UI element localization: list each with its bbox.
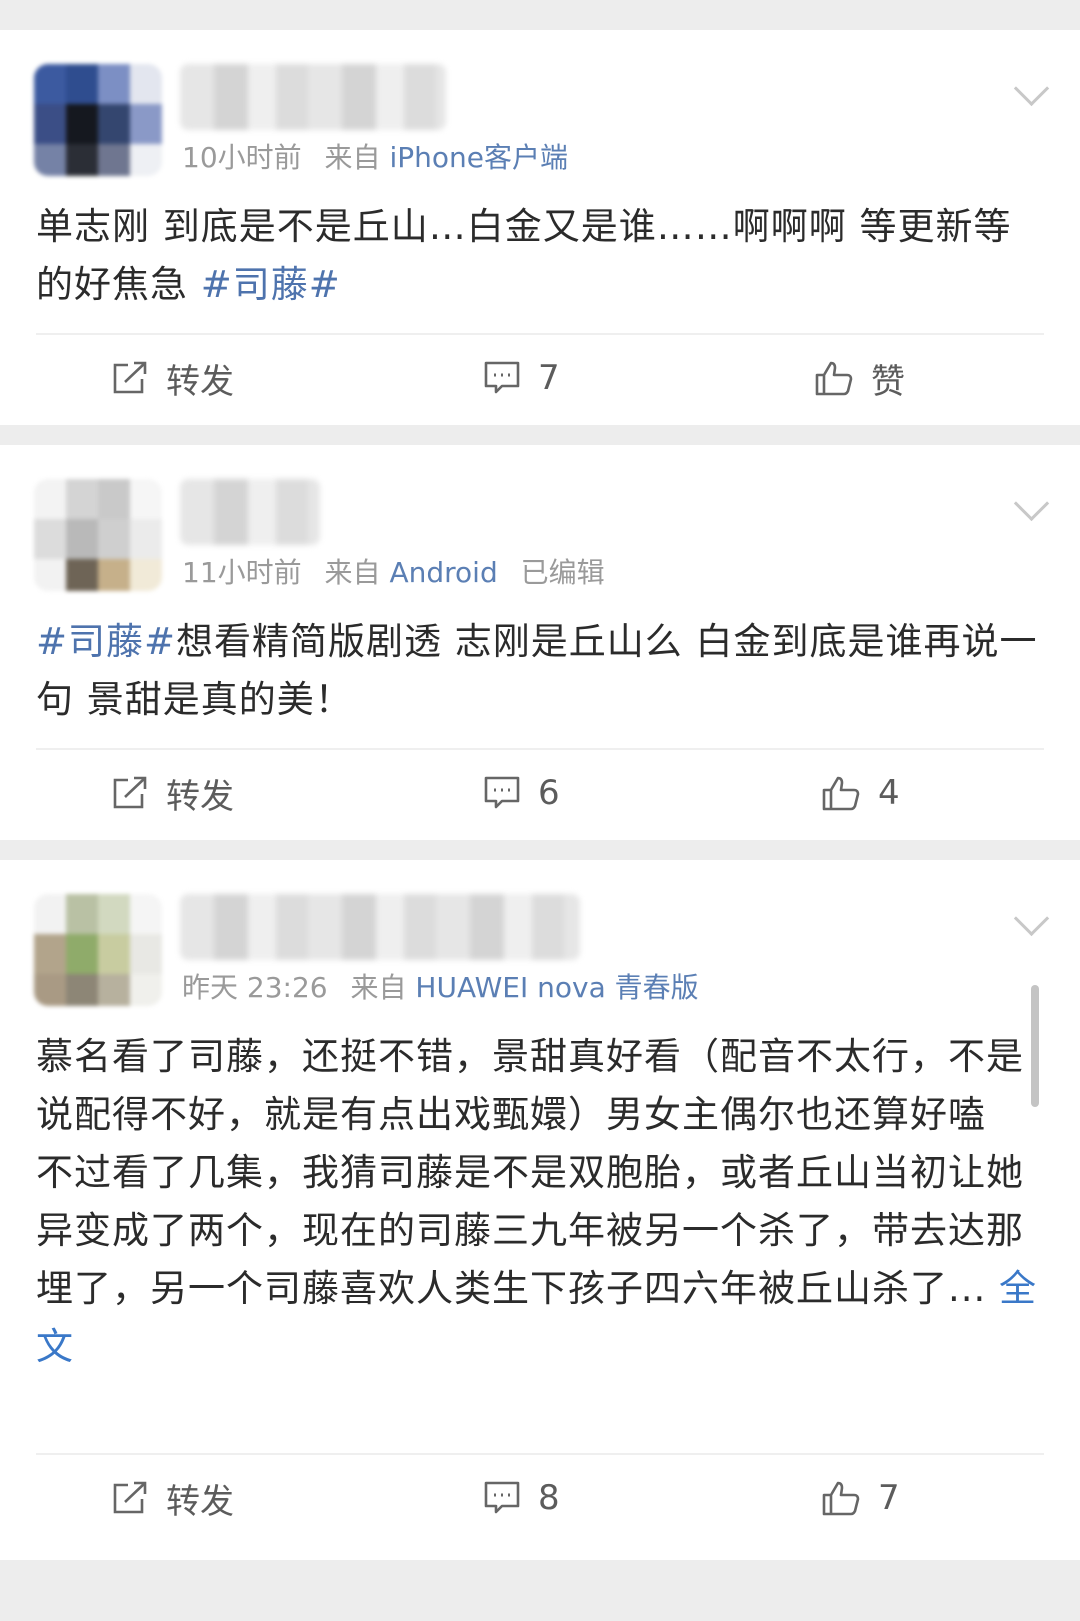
comment-button[interactable]: 7 <box>484 343 560 413</box>
comment-icon <box>484 1481 520 1514</box>
like-button[interactable]: 7 <box>822 1463 900 1533</box>
thumbs-up-icon <box>822 1481 860 1516</box>
like-button[interactable]: 赞 <box>815 343 905 413</box>
post-card: 11小时前 来自 Android 已编辑 #司藤#想看精简版剧透 志刚是丘山么 … <box>0 445 1080 840</box>
comment-count: 7 <box>538 358 560 398</box>
post-card: 昨天 23:26 来自 HUAWEI nova 青春版 慕名看了司藤，还挺不错，… <box>0 860 1080 1560</box>
repost-button[interactable]: 转发 <box>112 1463 234 1533</box>
repost-button[interactable]: 转发 <box>112 758 234 828</box>
username[interactable] <box>180 64 446 130</box>
post-text: 慕名看了司藤，还挺不错，景甜真好看（配音不太行，不是说配得不好，就是有点出戏甄嬛… <box>36 1028 1046 1376</box>
chevron-down-icon[interactable] <box>1013 900 1050 937</box>
post-body: 单志刚 到底是不是丘山…白金又是谁……啊啊啊 等更新等的好焦急 <box>36 205 1012 306</box>
like-label: 赞 <box>871 361 905 402</box>
comment-count: 6 <box>538 773 560 813</box>
post-text: 单志刚 到底是不是丘山…白金又是谁……啊啊啊 等更新等的好焦急 #司藤# <box>36 198 1046 314</box>
comment-count: 8 <box>538 1478 560 1518</box>
hashtag-link[interactable]: #司藤# <box>36 620 176 663</box>
repost-label: 转发 <box>166 1481 234 1522</box>
post-source[interactable]: iPhone客户端 <box>389 141 568 174</box>
hashtag-link[interactable]: #司藤# <box>201 263 341 306</box>
post-meta: 11小时前 来自 Android 已编辑 <box>182 551 605 591</box>
repost-button[interactable]: 转发 <box>112 343 234 413</box>
post-card: 10小时前 来自 iPhone客户端 单志刚 到底是不是丘山…白金又是谁……啊啊… <box>0 30 1080 425</box>
repost-label: 转发 <box>166 776 234 817</box>
divider <box>36 1453 1044 1455</box>
post-from: 来自 <box>324 556 381 589</box>
edited-label: 已编辑 <box>520 556 605 589</box>
action-bar: 转发 6 4 <box>0 758 1080 828</box>
avatar[interactable] <box>34 64 162 176</box>
post-from: 来自 <box>324 141 381 174</box>
scrollbar[interactable] <box>1031 985 1039 1107</box>
post-text: #司藤#想看精简版剧透 志刚是丘山么 白金到底是谁再说一句 景甜是真的美！ <box>36 613 1046 729</box>
repost-icon <box>113 1481 147 1514</box>
post-time: 昨天 23:26 <box>182 971 328 1004</box>
thumbs-up-icon <box>815 361 853 396</box>
post-meta: 10小时前 来自 iPhone客户端 <box>182 136 568 176</box>
avatar[interactable] <box>34 894 162 1006</box>
repost-icon <box>113 776 147 809</box>
like-button[interactable]: 4 <box>822 758 900 828</box>
divider <box>36 333 1044 335</box>
comment-button[interactable]: 6 <box>484 758 560 828</box>
comment-icon <box>484 361 520 394</box>
like-count: 4 <box>878 773 900 813</box>
post-body: 想看精简版剧透 志刚是丘山么 白金到底是谁再说一句 景甜是真的美！ <box>36 620 1038 721</box>
repost-icon <box>113 361 147 394</box>
post-body: 慕名看了司藤，还挺不错，景甜真好看（配音不太行，不是说配得不好，就是有点出戏甄嬛… <box>36 1035 1024 1136</box>
username[interactable] <box>180 479 320 545</box>
action-bar: 转发 7 赞 <box>0 343 1080 413</box>
like-count: 7 <box>878 1478 900 1518</box>
post-meta: 昨天 23:26 来自 HUAWEI nova 青春版 <box>182 966 699 1006</box>
chevron-down-icon[interactable] <box>1013 70 1050 107</box>
post-time: 10小时前 <box>182 141 302 174</box>
post-source[interactable]: Android <box>389 556 497 589</box>
post-source[interactable]: HUAWEI nova 青春版 <box>415 971 698 1004</box>
action-bar: 转发 8 7 <box>0 1463 1080 1533</box>
post-from: 来自 <box>350 971 407 1004</box>
username[interactable] <box>180 894 580 960</box>
post-body: 不过看了几集，我猜司藤是不是双胞胎，或者丘山当初让她异变成了两个，现在的司藤三九… <box>36 1151 1024 1310</box>
repost-label: 转发 <box>166 361 234 402</box>
chevron-down-icon[interactable] <box>1013 485 1050 522</box>
avatar[interactable] <box>34 479 162 591</box>
divider <box>36 748 1044 750</box>
comment-button[interactable]: 8 <box>484 1463 560 1533</box>
comment-icon <box>484 776 520 809</box>
post-time: 11小时前 <box>182 556 302 589</box>
thumbs-up-icon <box>822 776 860 811</box>
